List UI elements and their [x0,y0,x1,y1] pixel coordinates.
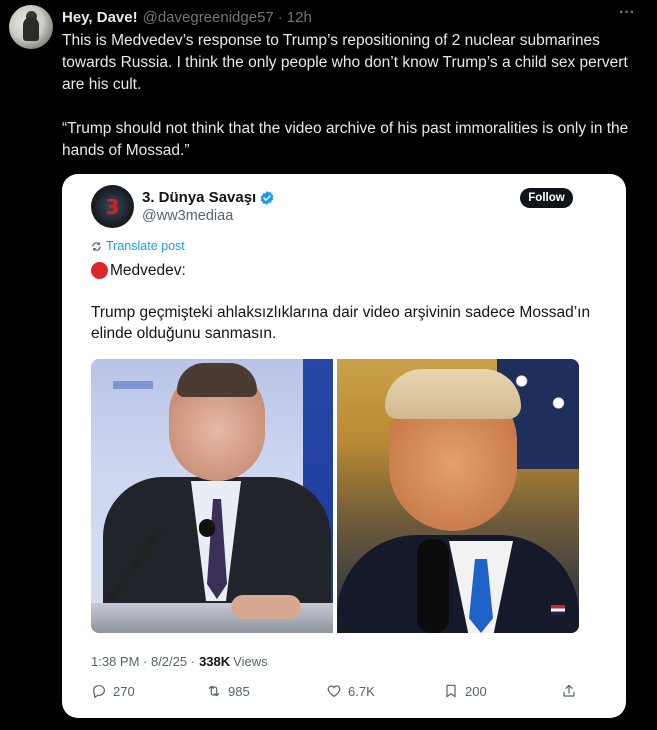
photo-hair [385,369,521,419]
author-display-name[interactable]: Hey, Dave! [62,9,138,26]
photo-microphone [199,519,215,537]
retweet-icon [208,685,220,697]
bookmark-count: 200 [465,683,487,699]
reply-icon [93,685,105,698]
author-handle[interactable]: @davegreenidge57 [143,9,274,26]
share-icon [563,684,575,697]
photo-hair [177,363,257,397]
quoted-author-display-name[interactable]: 3. Dünya Savaşı [142,189,256,206]
retweet-button[interactable]: 985 [206,683,250,699]
more-options-icon[interactable]: ··· [619,4,635,22]
verified-badge-icon [260,190,274,205]
tweet-text-paragraph-2: “Trump should not think that the video a… [62,120,629,159]
quoted-text-heading: Medvedev: [110,262,186,279]
tweet-header: Hey, Dave! @davegreenidge57 · 12h [62,7,637,27]
like-button[interactable]: 6.7K [326,683,375,699]
red-circle-icon [91,262,108,279]
quoted-media[interactable] [91,359,579,633]
photo-trump[interactable] [337,359,579,633]
quoted-author-avatar[interactable]: 3 [91,185,134,228]
translate-icon [92,241,101,251]
quoted-text-line-1: Medvedev: [91,260,601,281]
quoted-author-handle[interactable]: @ww3mediaa [142,208,233,224]
photo-hand [231,595,301,619]
quoted-tweet-meta: 1:38 PM · 8/2/25 · 338K Views [91,654,268,669]
photo-microphone [417,539,449,633]
tweet-text-paragraph-1: This is Medvedev’s response to Trump’s r… [62,32,628,93]
quoted-timestamp[interactable]: 1:38 PM · 8/2/25 · [91,654,195,669]
translate-post-label[interactable]: Translate post [106,239,185,253]
tweet-text: This is Medvedev’s response to Trump’s r… [62,30,642,162]
quoted-name-row: 3. Dünya Savaşı [142,189,275,206]
reply-button[interactable]: 270 [91,683,135,699]
reply-count: 270 [113,683,135,699]
bookmark-icon [446,684,456,698]
quoted-tweet-text: Medvedev: Trump geçmişteki ahlaksızlıkla… [91,260,601,344]
bookmark-button[interactable]: 200 [443,683,487,699]
tweet-timestamp[interactable]: 12h [287,9,312,26]
translate-post-link[interactable]: Translate post [91,239,185,253]
retweet-count: 985 [228,683,250,699]
views-count: 338K [199,654,231,669]
quoted-text-body: Trump geçmişteki ahlaksızlıklarına dair … [91,304,591,342]
photo-flag-pin [551,605,565,615]
header-separator: · [277,8,283,26]
heart-icon [327,685,341,697]
avatar-figure-body [23,17,39,41]
follow-button[interactable]: Follow [520,188,573,208]
photo-backdrop-sign [113,381,153,389]
photo-medvedev[interactable] [91,359,333,633]
share-button[interactable] [561,683,583,699]
like-count: 6.7K [348,683,375,699]
action-bar: 270 985 6.7K 200 [91,683,581,703]
views-label: Views [233,654,268,669]
quoted-avatar-logo-text: 3 [105,194,120,219]
quoted-tweet-card[interactable]: 3 3. Dünya Savaşı @ww3mediaa Follow Tran… [62,174,626,718]
author-avatar[interactable] [9,5,53,49]
